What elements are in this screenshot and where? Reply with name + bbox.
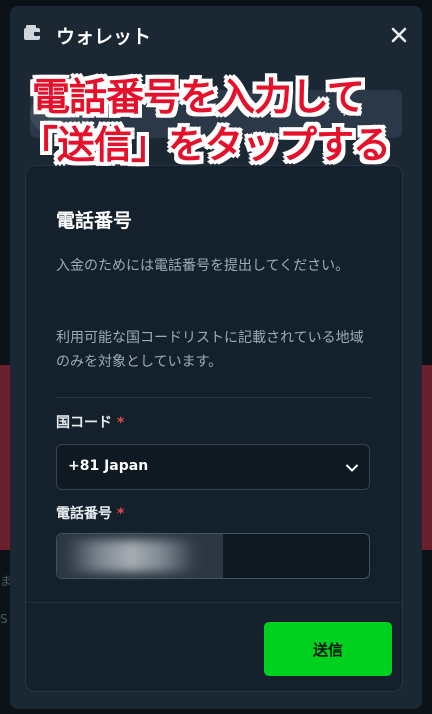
description-deposit: 入金のためには電話番号を提出してください。 — [56, 258, 350, 274]
chevron-down-icon — [346, 464, 358, 472]
balance-amount: ¥ 0 — [339, 104, 362, 120]
wallet-panel: ウォレット ¥ 0 電話番号 入金のためには電話番号を提出してください。 利用可… — [10, 6, 422, 709]
wallet-header: ウォレット — [10, 6, 422, 62]
wallet-icon — [24, 25, 40, 40]
country-code-label-text: 国コード — [56, 415, 112, 431]
required-mark: * — [117, 415, 125, 431]
required-mark: * — [117, 506, 125, 522]
phone-number-input[interactable] — [56, 533, 370, 579]
close-icon[interactable] — [388, 24, 410, 46]
divider — [56, 397, 372, 398]
balance-pill — [30, 96, 90, 132]
redacted-phone-number — [65, 540, 197, 572]
phone-number-label-text: 電話番号 — [56, 506, 112, 522]
phone-number-label: 電話番号 * — [56, 503, 124, 523]
background-glyph: S — [0, 612, 8, 626]
screen: ま S ウォレット ¥ 0 電話番号 入金のためには電話番号を提出してください。… — [0, 0, 432, 714]
country-code-value: +81 Japan — [68, 458, 149, 474]
modal-title: 電話番号 — [56, 210, 133, 232]
wallet-title: ウォレット — [56, 26, 152, 48]
country-code-label: 国コード * — [56, 412, 124, 432]
footer-divider — [26, 602, 402, 603]
description-regions: 利用可能な国コードリストに記載されている地域のみを対象としています。 — [56, 330, 364, 371]
phone-modal: 電話番号 入金のためには電話番号を提出してください。 利用可能な国コードリストに… — [25, 165, 403, 692]
balance-card[interactable]: ¥ 0 — [30, 90, 402, 138]
send-button[interactable]: 送信 — [264, 622, 392, 676]
country-code-select[interactable]: +81 Japan — [56, 444, 370, 490]
background-strip-right — [422, 365, 432, 550]
